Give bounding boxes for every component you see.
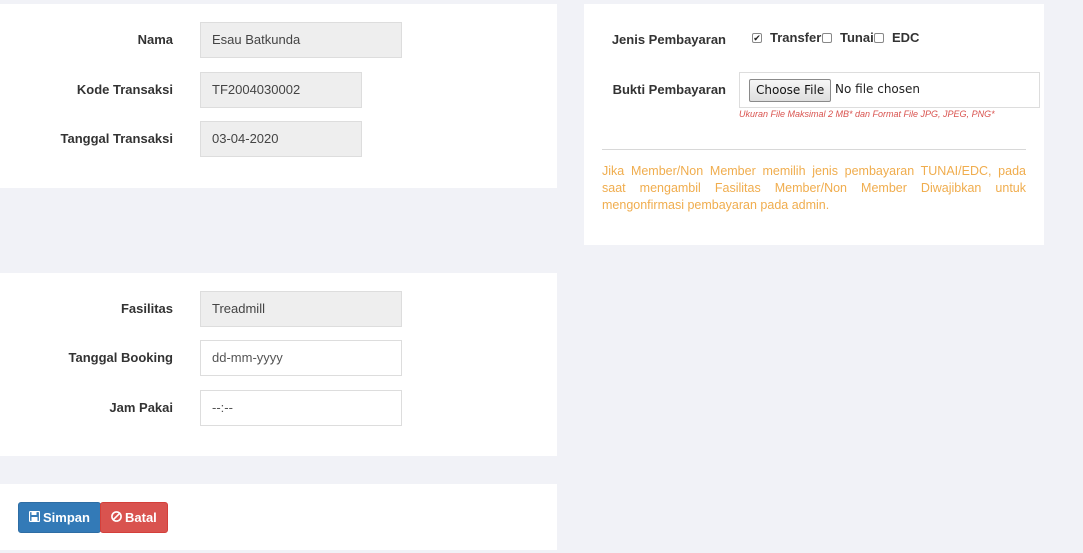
kode-transaksi-row: Kode Transaksi TF2004030002	[0, 72, 557, 108]
fasilitas-field: Treadmill	[200, 291, 402, 327]
floppy-disk-icon	[28, 504, 41, 533]
transfer-checkbox[interactable]: ✔	[752, 33, 762, 43]
tunai-checkbox[interactable]	[822, 33, 832, 43]
nama-row: Nama Esau Batkunda	[0, 22, 557, 58]
nama-label: Nama	[137, 32, 173, 47]
transfer-option-label: Transfer	[770, 30, 822, 45]
fasilitas-label: Fasilitas	[120, 301, 173, 316]
divider	[602, 149, 1026, 150]
tanggal-booking-label: Tanggal Booking	[68, 350, 173, 365]
jam-pakai-row: Jam Pakai --:--	[0, 390, 557, 426]
payment-notice: Jika Member/Non Member memilih jenis pem…	[602, 164, 1026, 212]
jam-pakai-input[interactable]: --:--	[200, 390, 402, 426]
jam-pakai-label: Jam Pakai	[109, 400, 173, 415]
payment-panel: Jenis Pembayaran ✔ Transfer Tunai EDC Bu…	[584, 4, 1044, 245]
kode-transaksi-field: TF2004030002	[200, 72, 362, 108]
cancel-label: Batal	[125, 510, 157, 525]
transaction-info-panel: Nama Esau Batkunda Kode Transaksi TF2004…	[0, 4, 557, 188]
jenis-pembayaran-label: Jenis Pembayaran	[611, 32, 726, 47]
tanggal-booking-row: Tanggal Booking dd-mm-yyyy	[0, 340, 557, 376]
bukti-pembayaran-label: Bukti Pembayaran	[612, 82, 726, 97]
ban-icon	[111, 504, 122, 533]
nama-field: Esau Batkunda	[200, 22, 402, 58]
file-upload-field: Choose File No file chosen	[739, 72, 1040, 108]
tanggal-transaksi-row: Tanggal Transaksi 03-04-2020	[0, 121, 557, 157]
tanggal-transaksi-label: Tanggal Transaksi	[60, 131, 173, 146]
tunai-option-label: Tunai	[840, 30, 874, 45]
cancel-button[interactable]: Batal	[100, 502, 168, 533]
kode-transaksi-label: Kode Transaksi	[76, 82, 173, 97]
edc-checkbox[interactable]	[874, 33, 884, 43]
save-label: Simpan	[43, 510, 90, 525]
file-status-text: No file chosen	[835, 82, 921, 96]
edc-option-label: EDC	[892, 30, 920, 45]
booking-panel: Fasilitas Treadmill Tanggal Booking dd-m…	[0, 273, 557, 456]
save-button[interactable]: Simpan	[18, 502, 101, 533]
actions-panel: Simpan Batal	[0, 484, 557, 550]
tanggal-booking-input[interactable]: dd-mm-yyyy	[200, 340, 402, 376]
file-size-hint: Ukuran File Maksimal 2 MB* dan Format Fi…	[739, 109, 995, 119]
tanggal-transaksi-field: 03-04-2020	[200, 121, 362, 157]
choose-file-button[interactable]: Choose File	[749, 79, 832, 102]
fasilitas-row: Fasilitas Treadmill	[0, 291, 557, 327]
